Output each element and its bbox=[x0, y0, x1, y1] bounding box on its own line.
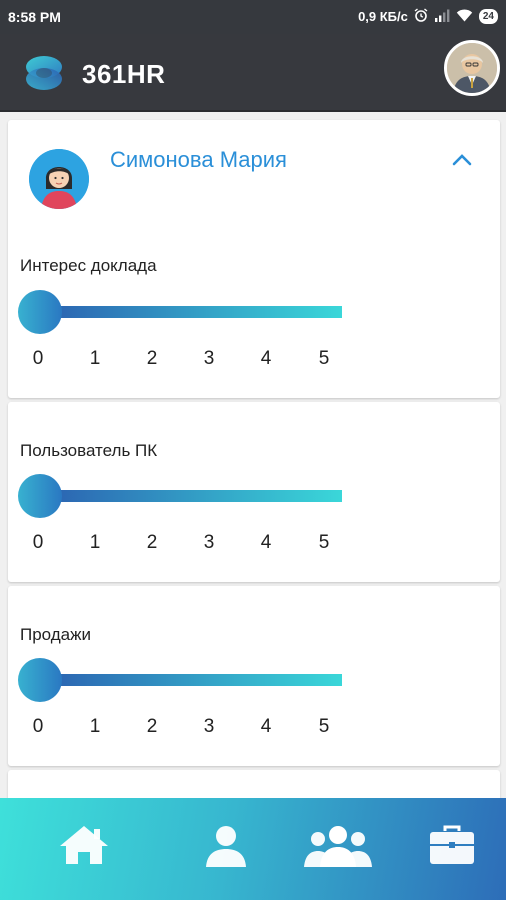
rating-label: Пользователь ПК bbox=[20, 441, 158, 460]
app-logo-icon bbox=[22, 52, 66, 94]
scale-tick: 3 bbox=[203, 716, 215, 737]
rating-label: Продажи bbox=[20, 625, 91, 644]
wifi-icon bbox=[456, 8, 473, 25]
rating-card: Пользователь ПК 0 1 2 3 4 5 bbox=[8, 402, 500, 582]
team-icon[interactable] bbox=[304, 820, 372, 870]
scale-tick: 1 bbox=[89, 532, 101, 553]
scale-tick: 2 bbox=[146, 716, 158, 737]
scale-tick: 1 bbox=[89, 348, 101, 369]
rating-slider[interactable] bbox=[18, 658, 342, 702]
rating-scale: 0 1 2 3 4 5 bbox=[33, 348, 342, 372]
network-speed: 0,9 КБ/с bbox=[358, 9, 408, 24]
scale-tick: 4 bbox=[260, 716, 272, 737]
rating-scale: 0 1 2 3 4 5 bbox=[33, 532, 342, 556]
scale-tick: 2 bbox=[146, 532, 158, 553]
status-time: 8:58 PM bbox=[8, 9, 61, 25]
status-icons: 0,9 КБ/с 24 bbox=[358, 8, 498, 25]
scale-tick: 5 bbox=[318, 532, 330, 553]
person-avatar bbox=[29, 149, 89, 209]
home-icon[interactable] bbox=[58, 820, 110, 870]
rating-slider[interactable] bbox=[18, 474, 342, 518]
rating-card: Продажи 0 1 2 3 4 5 bbox=[8, 586, 500, 766]
scale-tick: 0 bbox=[32, 348, 44, 369]
app-bar: 361HR bbox=[0, 34, 506, 112]
person-card: Симонова Мария Интерес доклада 0 1 2 3 4… bbox=[8, 120, 500, 398]
rating-slider[interactable] bbox=[18, 290, 342, 334]
slider-thumb[interactable] bbox=[18, 658, 62, 702]
slider-thumb[interactable] bbox=[18, 474, 62, 518]
rating-label: Интерес доклада bbox=[20, 256, 157, 275]
slider-thumb[interactable] bbox=[18, 290, 62, 334]
user-avatar[interactable] bbox=[444, 40, 500, 96]
scale-tick: 4 bbox=[260, 532, 272, 553]
signal-icon bbox=[434, 9, 450, 25]
scale-tick: 3 bbox=[203, 348, 215, 369]
scale-tick: 0 bbox=[32, 532, 44, 553]
scale-tick: 5 bbox=[318, 716, 330, 737]
person-name[interactable]: Симонова Мария bbox=[110, 147, 287, 173]
status-bar: 8:58 PM 0,9 КБ/с 24 bbox=[0, 0, 506, 34]
app-title: 361HR bbox=[82, 59, 166, 89]
battery-icon: 24 bbox=[478, 9, 498, 24]
rating-scale: 0 1 2 3 4 5 bbox=[33, 716, 342, 740]
scale-tick: 2 bbox=[146, 348, 158, 369]
slider-track[interactable] bbox=[38, 306, 342, 318]
briefcase-icon[interactable] bbox=[428, 820, 476, 870]
slider-track[interactable] bbox=[38, 490, 342, 502]
scale-tick: 0 bbox=[32, 716, 44, 737]
scale-tick: 5 bbox=[318, 348, 330, 369]
bottom-nav bbox=[0, 798, 506, 900]
chevron-up-icon[interactable] bbox=[448, 149, 476, 171]
scale-tick: 3 bbox=[203, 532, 215, 553]
person-icon[interactable] bbox=[202, 820, 250, 870]
scale-tick: 4 bbox=[260, 348, 272, 369]
scale-tick: 1 bbox=[89, 716, 101, 737]
slider-track[interactable] bbox=[38, 674, 342, 686]
alarm-icon bbox=[414, 8, 428, 25]
